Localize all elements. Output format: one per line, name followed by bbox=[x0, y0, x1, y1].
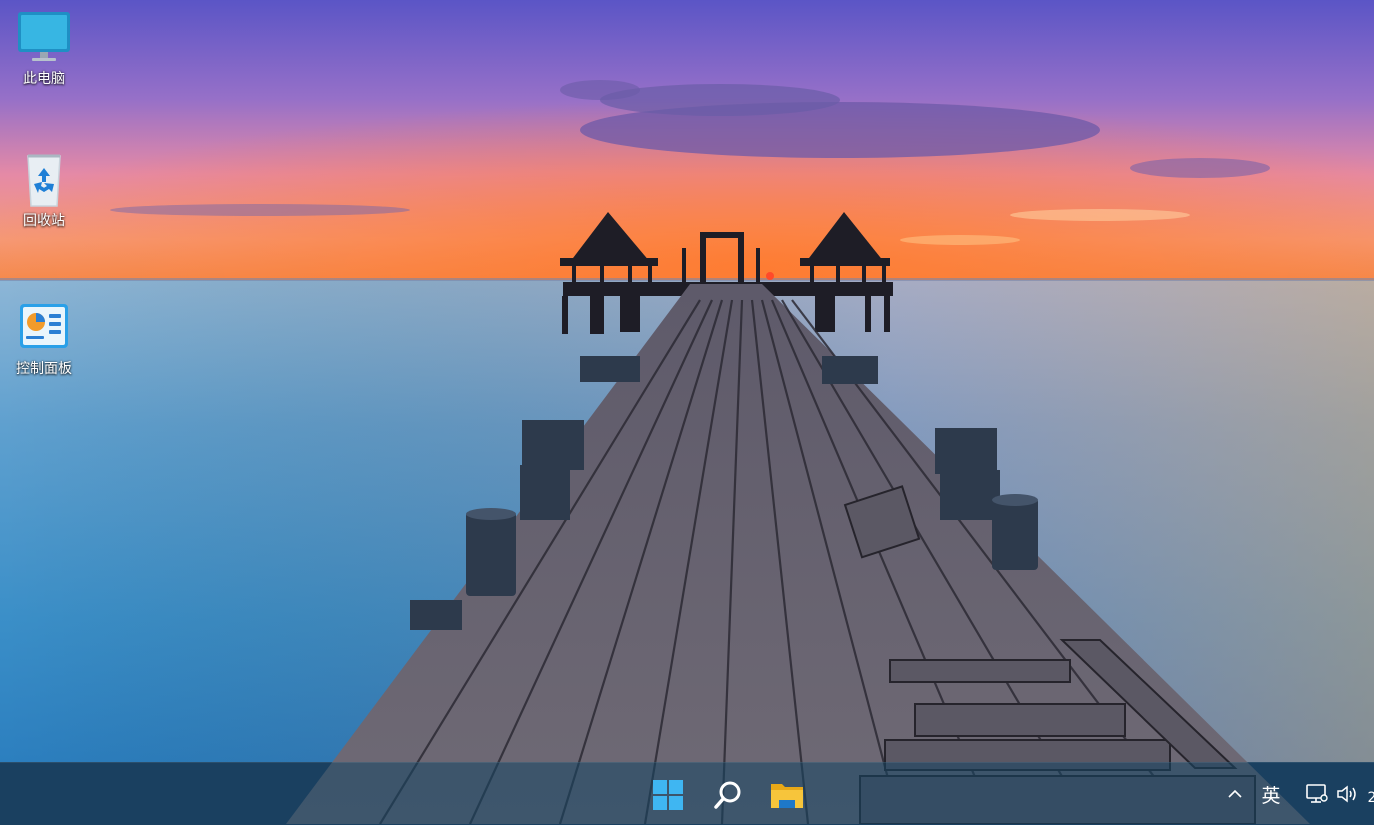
search-icon bbox=[714, 781, 741, 809]
control-panel-icon bbox=[20, 304, 68, 348]
volume-button[interactable] bbox=[1334, 781, 1360, 807]
desktop-icon-control-panel[interactable]: 控制面板 bbox=[4, 298, 84, 378]
start-button[interactable] bbox=[648, 775, 688, 815]
desktop-icon-this-pc[interactable]: 此电脑 bbox=[4, 8, 84, 88]
desktop-icon-label: 此电脑 bbox=[23, 71, 65, 87]
network-button[interactable] bbox=[1304, 781, 1330, 807]
volume-icon bbox=[1337, 785, 1356, 803]
taskbar: 英 2 bbox=[0, 762, 1374, 825]
file-explorer-button[interactable] bbox=[767, 775, 807, 815]
folder-icon bbox=[771, 784, 803, 808]
system-tray: 英 2 bbox=[1194, 763, 1374, 825]
chevron-up-icon bbox=[1228, 789, 1242, 798]
desktop-icons: 此电脑 回收站 控制面板 bbox=[0, 0, 90, 760]
desktop-icon-label: 回收站 bbox=[23, 213, 65, 229]
show-hidden-icons-button[interactable] bbox=[1224, 781, 1246, 807]
input-method-indicator[interactable]: 英 bbox=[1256, 781, 1286, 807]
desktop-wallpaper bbox=[0, 0, 1374, 824]
monitor-icon bbox=[18, 12, 70, 61]
clock[interactable]: 2 bbox=[1366, 785, 1374, 811]
desktop-icon-label: 控制面板 bbox=[16, 361, 72, 377]
network-icon bbox=[1306, 784, 1328, 803]
search-button[interactable] bbox=[708, 775, 748, 815]
desktop-icon-recycle-bin[interactable]: 回收站 bbox=[4, 150, 84, 230]
recycle-bin-icon bbox=[27, 154, 61, 207]
windows-logo-icon bbox=[653, 780, 683, 810]
